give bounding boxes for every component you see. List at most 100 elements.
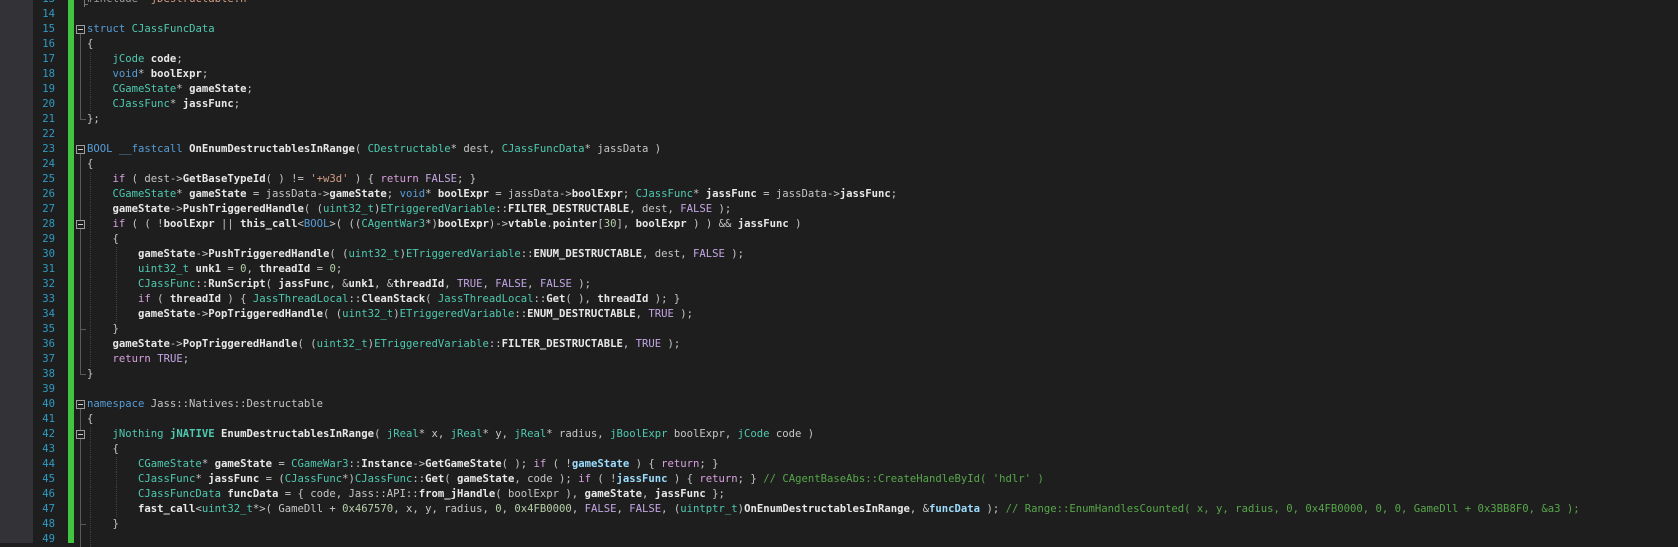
- code-token: jReal: [450, 427, 483, 440]
- code-token: )->: [488, 217, 509, 230]
- code-token: uint32_t: [348, 247, 400, 260]
- code-token: *: [176, 187, 190, 200]
- line-number: 37: [42, 352, 55, 365]
- code-token: ( !: [590, 472, 617, 485]
- code-line[interactable]: 46 CJassFuncData funcData = { code, Jass…: [0, 486, 1678, 502]
- code-line[interactable]: 25 if ( dest->GetBaseTypeId( ) != '+w3d'…: [0, 171, 1678, 187]
- code-token: = (: [259, 472, 285, 485]
- fold-scope-end-tick: [80, 523, 86, 525]
- code-line[interactable]: 18 void* boolExpr;: [0, 66, 1678, 82]
- code-line[interactable]: 14: [0, 7, 1678, 22]
- code-line[interactable]: 28 if ( ( !boolExpr || this_call<BOOL>( …: [0, 216, 1678, 232]
- code-line[interactable]: 44 CGameState* gameState = CGameWar3::In…: [0, 456, 1678, 472]
- code-token: return: [661, 457, 700, 470]
- code-line[interactable]: 45 CJassFunc* jassFunc = (CJassFunc*)CJa…: [0, 471, 1678, 487]
- code-token: =: [310, 262, 330, 275]
- code-token: boolExpr: [437, 217, 489, 230]
- line-number: 39: [42, 382, 55, 395]
- fold-collapse-button[interactable]: [76, 399, 85, 409]
- line-number: 19: [42, 82, 55, 95]
- code-editor[interactable]: 13#include "jDestructable.h"1415struct C…: [0, 0, 1678, 547]
- code-line[interactable]: 35 }: [0, 321, 1678, 337]
- code-token: Jass::Natives::Destructable: [144, 397, 323, 410]
- code-line[interactable]: 17 jCode code;: [0, 51, 1678, 67]
- line-number: 28: [42, 217, 55, 230]
- code-token: ,: [482, 277, 496, 290]
- fold-collapse-button[interactable]: [76, 144, 85, 154]
- code-token: EnumDestructablesInRange: [220, 427, 375, 440]
- line-number: 29: [42, 232, 55, 245]
- code-token: jassFunc: [278, 277, 330, 290]
- code-line[interactable]: 37 return TRUE;: [0, 351, 1678, 367]
- code-line[interactable]: 42 jNothing jNATIVE EnumDestructablesInR…: [0, 426, 1678, 442]
- code-line[interactable]: 47 fast_call<uint32_t*>( GameDll + 0x467…: [0, 501, 1678, 517]
- code-token: 0x4FB0000: [514, 502, 572, 515]
- code-token: CGameState: [112, 187, 177, 200]
- code-token: , &: [909, 502, 930, 515]
- fold-collapse-button[interactable]: [76, 429, 85, 439]
- code-line[interactable]: 32 CJassFunc::RunScript( jassFunc, &unk1…: [0, 276, 1678, 292]
- code-token: CJassFunc: [112, 97, 170, 110]
- code-token: FALSE: [680, 202, 713, 215]
- code-text: if ( ( !boolExpr || this_call<BOOL>( ((C…: [87, 217, 802, 232]
- code-line[interactable]: 36 gameState->PopTriggeredHandle( (uint3…: [0, 336, 1678, 352]
- code-text: fast_call<uint32_t*>( GameDll + 0x467570…: [87, 502, 1580, 517]
- code-line[interactable]: 39: [0, 382, 1678, 397]
- code-line[interactable]: 34 gameState->PopTriggeredHandle( (uint3…: [0, 306, 1678, 322]
- code-token: CAgentWar3: [361, 217, 426, 230]
- line-number: 48: [42, 517, 55, 530]
- code-line[interactable]: 38}: [0, 366, 1678, 382]
- line-number: 34: [42, 307, 55, 320]
- code-line[interactable]: 30 gameState->PushTriggeredHandle( (uint…: [0, 246, 1678, 262]
- code-token: ::: [495, 202, 509, 215]
- code-text: CGameState* gameState = jassData->gameSt…: [87, 187, 898, 202]
- code-line[interactable]: 16 {: [0, 36, 1678, 52]
- code-line[interactable]: 49: [0, 531, 1678, 547]
- code-line[interactable]: 24 {: [0, 156, 1678, 172]
- code-line[interactable]: 15 struct CJassFuncData: [0, 22, 1678, 37]
- code-token: ;: [622, 187, 636, 200]
- code-line[interactable]: 48 }: [0, 516, 1678, 532]
- code-line[interactable]: 21};: [0, 111, 1678, 127]
- fold-collapse-button[interactable]: [76, 219, 85, 229]
- code-text: return TRUE;: [87, 352, 190, 367]
- code-token: uint32_t: [323, 202, 375, 215]
- fold-collapse-button[interactable]: [76, 24, 85, 34]
- line-number: 16: [42, 37, 55, 50]
- code-text: CJassFunc* jassFunc;: [87, 97, 241, 112]
- code-token: {: [87, 442, 119, 455]
- code-line[interactable]: 33 if ( threadId ) { JassThreadLocal::Cl…: [0, 291, 1678, 307]
- code-line[interactable]: 19 CGameState* gameState;: [0, 81, 1678, 97]
- code-line[interactable]: 20 CJassFunc* jassFunc;: [0, 96, 1678, 112]
- code-text: };: [87, 112, 100, 127]
- code-token: ,: [501, 502, 515, 515]
- code-token: jCode: [112, 52, 145, 65]
- line-number: 46: [42, 487, 55, 500]
- code-token: ) ) &&: [686, 217, 738, 230]
- code-line[interactable]: 40 namespace Jass::Natives::Destructable: [0, 397, 1678, 412]
- code-line[interactable]: 27 gameState->PushTriggeredHandle( (uint…: [0, 201, 1678, 217]
- code-line[interactable]: 26 CGameState* gameState = jassData->gam…: [0, 186, 1678, 202]
- line-number: 18: [42, 67, 55, 80]
- code-token: ): [788, 217, 802, 230]
- code-text: uint32_t unk1 = 0, threadId = 0;: [87, 262, 342, 277]
- code-token: };: [705, 487, 725, 500]
- line-number: 14: [42, 7, 55, 20]
- fold-scope-line: [80, 171, 81, 187]
- code-token: );: [661, 337, 681, 350]
- code-line[interactable]: 31 uint32_t unk1 = 0, threadId = 0;: [0, 261, 1678, 277]
- code-line[interactable]: 41 {: [0, 411, 1678, 427]
- code-line[interactable]: 29 {: [0, 231, 1678, 247]
- code-token: , dest,: [629, 202, 681, 215]
- code-line[interactable]: 43 {: [0, 441, 1678, 457]
- code-token: *: [176, 82, 190, 95]
- code-token: code ): [769, 427, 815, 440]
- code-token: TRUE: [635, 337, 662, 350]
- code-line[interactable]: 22: [0, 127, 1678, 142]
- code-token: ,: [622, 337, 636, 350]
- code-token: OnEnumDestructablesInRange: [744, 502, 910, 515]
- code-line[interactable]: 23 BOOL __fastcall OnEnumDestructablesInR…: [0, 142, 1678, 157]
